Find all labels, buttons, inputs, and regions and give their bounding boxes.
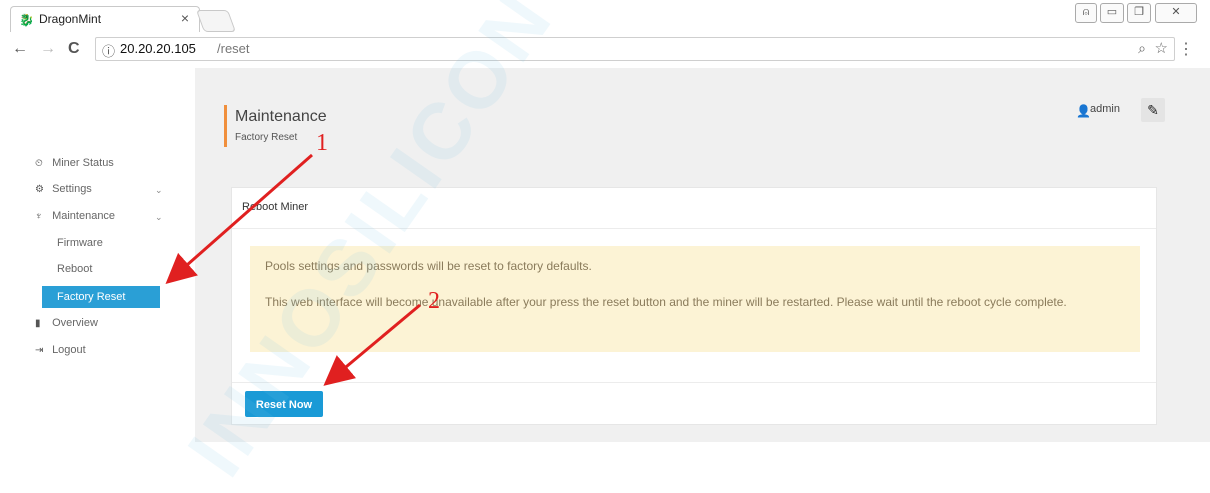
annotation-marker-2: 2: [428, 288, 440, 314]
arrow-1: [165, 153, 313, 284]
annotation-marker-1: 1: [316, 130, 328, 156]
arrow-2: [323, 303, 421, 386]
annotation-arrows: [165, 153, 421, 386]
